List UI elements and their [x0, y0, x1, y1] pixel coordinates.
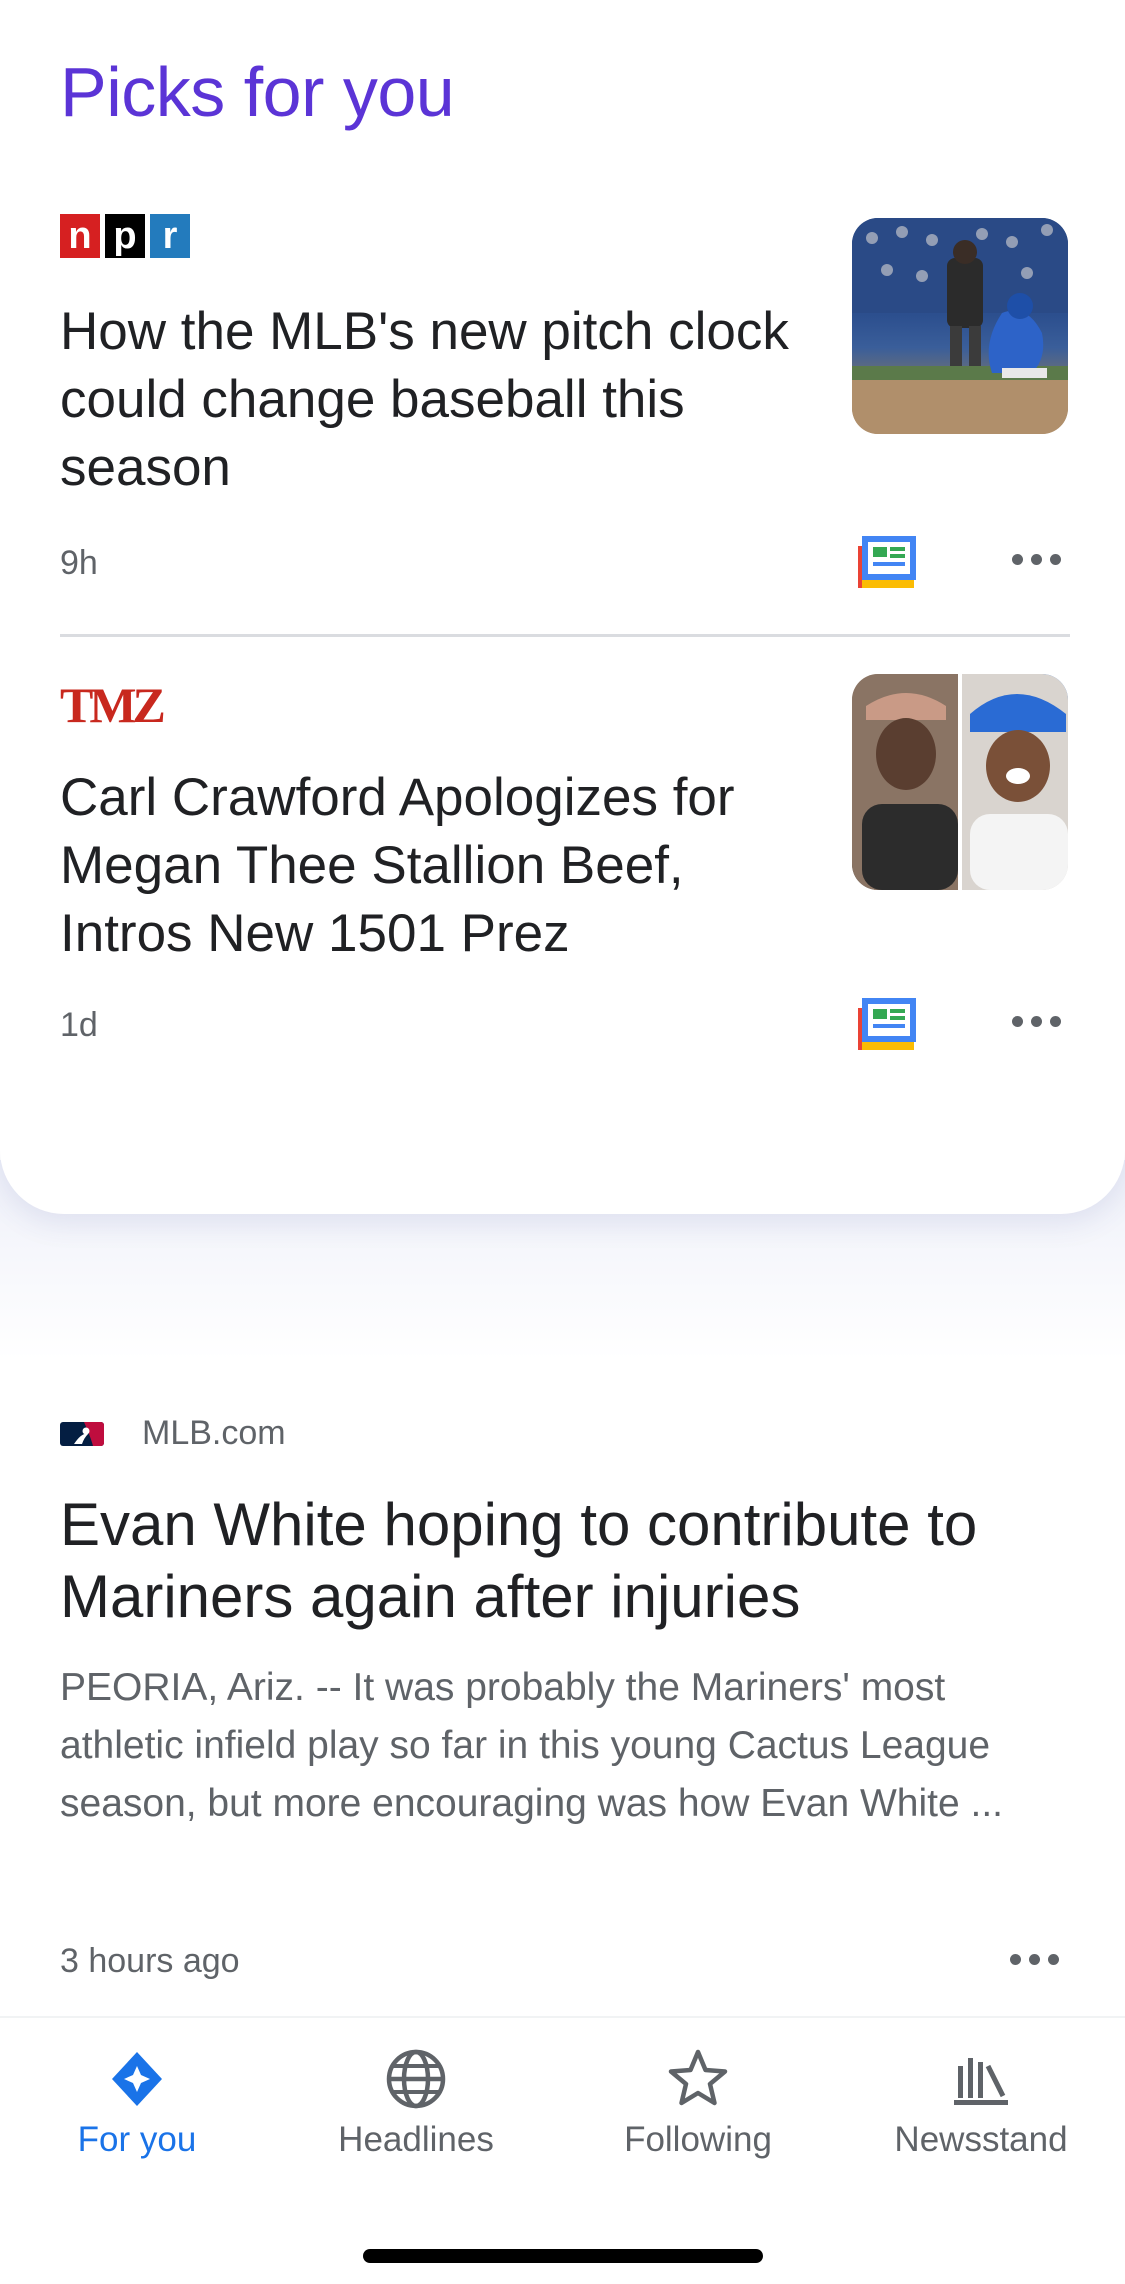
story-timestamp: 1d [60, 1006, 98, 1044]
nav-tab-for-you[interactable]: For you [12, 2046, 262, 2160]
picks-for-you-card: Picks for you n p r How the MLB's new pi… [0, 0, 1125, 1214]
story-divider [60, 634, 1070, 637]
story-headline[interactable]: Carl Crawford Apologizes for Megan Thee … [60, 764, 820, 968]
mlb-logo [60, 1421, 104, 1446]
full-coverage-icon[interactable] [852, 532, 918, 592]
for-you-diamond-icon [112, 2052, 162, 2106]
newsstand-bars-icon [954, 2058, 1008, 2105]
story-thumbnail[interactable] [852, 674, 1068, 890]
person-photo-left [852, 674, 958, 890]
more-options-button[interactable] [996, 996, 1076, 1046]
more-options-button[interactable] [996, 534, 1076, 584]
npr-logo: n p r [60, 214, 190, 258]
bottom-navigation: For you Headlines Following Newsstand [0, 2016, 1125, 2284]
feature-source-name: MLB.com [142, 1414, 286, 1452]
person-photo-right [962, 674, 1068, 890]
globe-icon [386, 2049, 446, 2109]
feature-timestamp: 3 hours ago [60, 1942, 240, 1980]
more-options-button[interactable] [994, 1934, 1074, 1984]
nav-label: Headlines [338, 2120, 494, 2159]
baseball-photo [852, 218, 1068, 434]
nav-label: Newsstand [894, 2120, 1068, 2159]
full-coverage-icon[interactable] [852, 994, 918, 1054]
nav-tab-following[interactable]: Following [573, 2046, 823, 2160]
tmz-logo: TMZ [60, 677, 166, 733]
feature-headline[interactable]: Evan White hoping to contribute to Marin… [60, 1489, 1070, 1633]
feature-source: MLB.com [60, 1414, 1070, 1453]
nav-label: Following [624, 2120, 772, 2159]
feature-snippet: PEORIA, Ariz. -- It was probably the Mar… [60, 1666, 1004, 1825]
feature-story-card[interactable]: MLB.com Evan White hoping to contribute … [60, 1414, 1070, 1980]
home-indicator[interactable] [363, 2249, 763, 2263]
story-headline[interactable]: How the MLB's new pitch clock could chan… [60, 298, 820, 502]
story-timestamp: 9h [60, 544, 98, 582]
star-icon [668, 2049, 728, 2106]
nav-tab-headlines[interactable]: Headlines [291, 2046, 541, 2160]
nav-label: For you [77, 2120, 197, 2159]
picks-title: Picks for you [60, 53, 455, 131]
nav-tab-newsstand[interactable]: Newsstand [856, 2046, 1106, 2160]
story-thumbnail[interactable] [852, 218, 1068, 434]
